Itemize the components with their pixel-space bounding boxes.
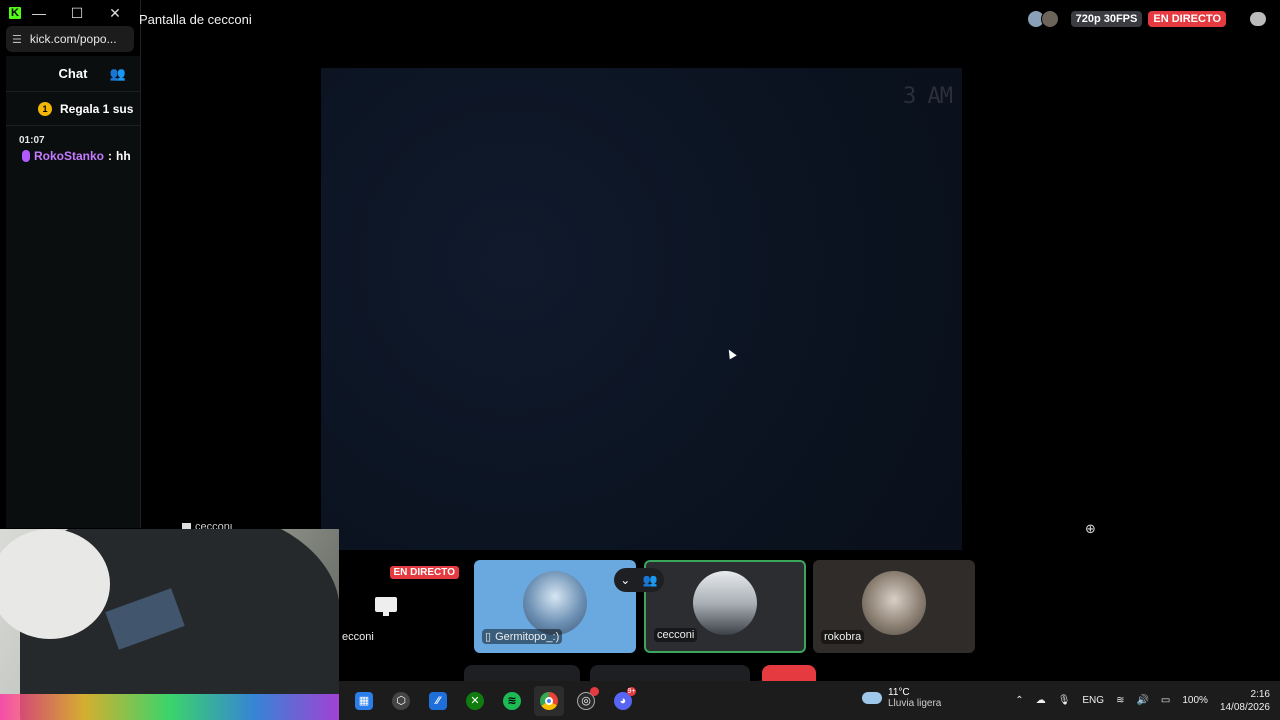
weather-temp: 11°C: [888, 687, 910, 698]
xbox-icon: ✕: [466, 691, 484, 710]
taskbar-spotify[interactable]: ≋: [497, 686, 527, 716]
message-separator: :: [108, 149, 113, 163]
avatar: [523, 570, 587, 635]
webcam-overlay: [0, 529, 339, 720]
stream-title: Pantalla de cecconi: [139, 12, 252, 27]
site-settings-icon[interactable]: ☰: [12, 33, 22, 46]
weather-widget[interactable]: 11°C Lluvia ligera: [862, 687, 941, 709]
notification-dot: [590, 686, 599, 696]
tile-live-badge: EN DIRECTO: [389, 566, 459, 579]
gift-sub-banner[interactable]: 1 Regala 1 sus: [6, 92, 140, 126]
shared-screen-video[interactable]: 3 AM: [321, 68, 962, 550]
kick-titlebar: K — ☐ ✕: [0, 0, 140, 26]
taskbar-xbox[interactable]: ✕: [460, 686, 490, 716]
battery-icon[interactable]: ▭: [1161, 695, 1170, 706]
store-icon: ▦: [355, 691, 373, 710]
participant-tile[interactable]: cecconi: [644, 560, 806, 653]
url-text: kick.com/popo...: [29, 32, 117, 46]
rain-cloud-icon: [862, 692, 882, 704]
taskbar-settings[interactable]: ⬡: [386, 686, 416, 716]
maximize-button[interactable]: ☐: [58, 5, 96, 22]
message-username[interactable]: RokoStanko: [34, 149, 104, 163]
participants-toggle[interactable]: ⌄ 👥: [614, 568, 664, 592]
discord-badge: 9+: [627, 686, 636, 696]
avatar: [862, 570, 926, 635]
chat-message: RokoStanko: hh: [22, 149, 140, 163]
wifi-icon[interactable]: ≋: [1116, 695, 1124, 706]
tile-name: rokobra: [821, 630, 865, 644]
taskbar-steam[interactable]: ◎: [571, 686, 601, 716]
participant-tile[interactable]: rokobra: [813, 560, 975, 653]
clock[interactable]: 2:16 14/08/2026: [1220, 688, 1270, 714]
microphone-icon[interactable]: 🎙: [1058, 695, 1071, 706]
tile-name: ▯ Germitopo_:): [482, 629, 563, 644]
spotify-icon: ≋: [503, 691, 521, 710]
clock-time: 2:16: [1250, 688, 1270, 700]
volume-icon[interactable]: 🔊: [1136, 695, 1148, 706]
kick-popup-window: K — ☐ ✕ ☰ kick.com/popo... Chat 👥 1 Rega…: [0, 0, 141, 528]
taskbar-discord[interactable]: ◕ 9+: [608, 686, 638, 716]
clock-date: 14/08/2026: [1219, 701, 1270, 713]
quality-badge: 720p 30FPS: [1070, 11, 1143, 27]
tile-name: cecconi: [654, 628, 698, 642]
chrome-icon: [540, 691, 558, 710]
stream-header-right: 720p 30FPS EN DIRECTO: [1026, 10, 1266, 28]
avatar: [693, 570, 757, 635]
tile-name-text: ecconi: [342, 631, 374, 643]
tile-name-text: rokobra: [824, 631, 862, 643]
battery-level: 100%: [1182, 695, 1208, 706]
viewer-avatar: [1040, 10, 1059, 28]
message-text: hh: [116, 149, 131, 163]
message-timestamp: 01:07: [19, 135, 45, 146]
tile-name-text: Germitopo_:): [495, 630, 560, 643]
overlay-time: 3 AM: [903, 84, 953, 109]
close-button[interactable]: ✕: [96, 5, 134, 22]
monitor-icon: [375, 597, 397, 616]
gift-sub-label: Regala 1 sus: [60, 101, 134, 116]
chat-users-icon[interactable]: 👥: [110, 66, 126, 82]
phone-icon: ▯: [485, 631, 492, 643]
chat-panel: Chat 👥 1 Regala 1 sus 01:07 RokoStanko: …: [6, 56, 140, 528]
zoom-icon[interactable]: ⊕: [1085, 521, 1096, 537]
chevron-down-icon[interactable]: ⌄: [620, 573, 630, 587]
participant-tile[interactable]: EN DIRECTO ecconi: [339, 560, 465, 653]
live-badge: EN DIRECTO: [1148, 11, 1226, 27]
chevron-up-icon[interactable]: ⌃: [1015, 695, 1023, 706]
system-tray: ⌃ ☁ 🎙 ENG ≋ 🔊 ▭ 100% 2:16 14/08/2026: [1015, 681, 1270, 720]
cloud-sync-icon[interactable]: ☁: [1036, 695, 1046, 706]
tile-name-text: cecconi: [657, 629, 695, 641]
weather-desc: Lluvia ligera: [888, 698, 942, 709]
participant-tile[interactable]: ▯ Germitopo_:): [474, 560, 636, 653]
people-icon[interactable]: 👥: [643, 573, 658, 587]
gift-coin-icon: 1: [38, 101, 52, 116]
address-bar[interactable]: ☰ kick.com/popo...: [6, 26, 134, 52]
chat-header: Chat 👥: [6, 56, 140, 92]
chat-title: Chat: [58, 66, 88, 81]
tile-name: ecconi: [339, 630, 377, 644]
taskbar-chrome[interactable]: [534, 685, 564, 716]
windows-taskbar: ▦ ⬡ ⁄⁄ ✕ ≋ ◎ ◕ 9+ 11°C Lluvia ligera ⌃ ☁ …: [339, 681, 1280, 720]
taskbar-app[interactable]: ⁄⁄: [423, 686, 453, 716]
viewer-avatars[interactable]: [1026, 10, 1059, 28]
rgb-keyboard: [0, 694, 339, 720]
minimize-button[interactable]: —: [20, 5, 58, 21]
settings-icon: ⬡: [392, 691, 410, 710]
app-icon: ⁄⁄: [429, 691, 447, 710]
chat-bubble-icon[interactable]: [1250, 12, 1266, 26]
mouse-cursor-icon: [725, 347, 737, 360]
language-indicator[interactable]: ENG: [1082, 695, 1104, 706]
taskbar-store[interactable]: ▦: [349, 686, 379, 716]
mic-badge-icon: [22, 150, 30, 162]
